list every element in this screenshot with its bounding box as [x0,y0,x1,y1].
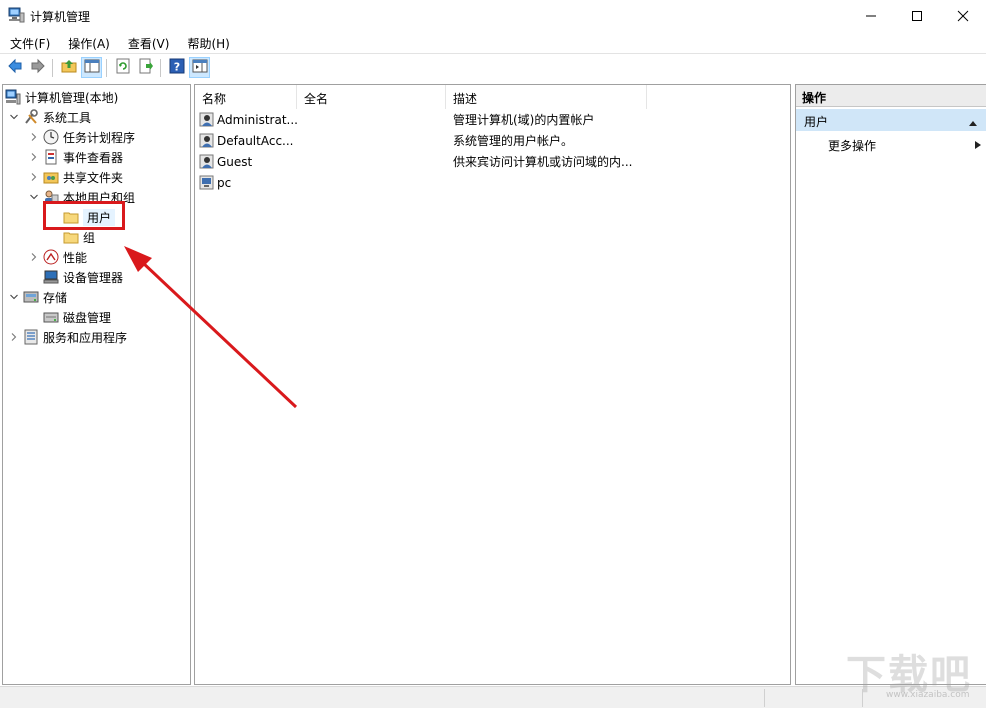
watermark-url: www.xiazaiba.com [886,690,970,700]
annotation-arrow [124,246,298,409]
